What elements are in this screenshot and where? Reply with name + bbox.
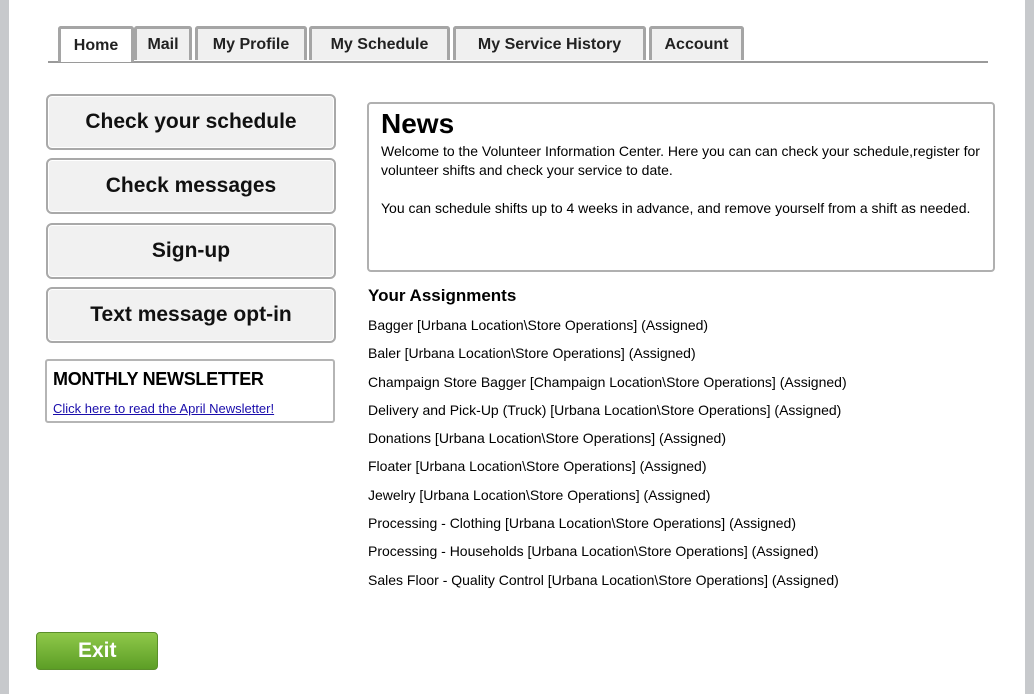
assignment-item: Sales Floor - Quality Control [Urbana Lo… — [368, 571, 839, 588]
text-message-opt-in-button[interactable]: Text message opt-in — [46, 287, 336, 343]
assignment-item: Processing - Clothing [Urbana Location\S… — [368, 515, 796, 532]
tab-my-schedule[interactable]: My Schedule — [309, 26, 450, 60]
assignment-item: Floater [Urbana Location\Store Operation… — [368, 458, 707, 475]
assignment-item: Baler [Urbana Location\Store Operations]… — [368, 345, 696, 362]
assignment-item: Delivery and Pick-Up (Truck) [Urbana Loc… — [368, 401, 842, 418]
check-messages-button[interactable]: Check messages — [46, 158, 336, 214]
check-schedule-button[interactable]: Check your schedule — [46, 94, 336, 150]
tab-underline — [48, 61, 988, 63]
newsletter-title: MONTHLY NEWSLETTER — [53, 369, 264, 389]
exit-button[interactable]: Exit — [36, 632, 158, 670]
assignments-list: Bagger [Urbana Location\Store Operations… — [368, 316, 847, 599]
news-paragraph: You can schedule shifts up to 4 weeks in… — [381, 200, 971, 216]
assignment-item: Processing - Households [Urbana Location… — [368, 543, 819, 560]
tab-account[interactable]: Account — [649, 26, 744, 60]
newsletter-link[interactable]: Click here to read the April Newsletter! — [53, 401, 274, 416]
page-frame-left — [0, 0, 9, 694]
sign-up-button[interactable]: Sign-up — [46, 223, 336, 279]
page-frame-right — [1025, 0, 1034, 694]
tab-mail[interactable]: Mail — [134, 26, 192, 60]
news-paragraph: Welcome to the Volunteer Information Cen… — [381, 143, 980, 178]
tab-my-service-history[interactable]: My Service History — [453, 26, 646, 60]
assignment-item: Bagger [Urbana Location\Store Operations… — [368, 317, 709, 333]
assignment-item: Champaign Store Bagger [Champaign Locati… — [368, 373, 847, 390]
assignments-title: Your Assignments — [368, 286, 517, 305]
news-title: News — [381, 108, 455, 139]
newsletter-box: MONTHLY NEWSLETTER Click here to read th… — [45, 359, 335, 423]
tab-my-profile[interactable]: My Profile — [195, 26, 307, 60]
tab-home[interactable]: Home — [58, 26, 134, 62]
main-tabs: Home Mail My Profile My Schedule My Serv… — [48, 26, 988, 63]
assignment-item: Donations [Urbana Location\Store Operati… — [368, 430, 726, 447]
news-body: Welcome to the Volunteer Information Cen… — [381, 142, 981, 237]
news-panel: News Welcome to the Volunteer Informatio… — [367, 102, 995, 272]
assignment-item: Jewelry [Urbana Location\Store Operation… — [368, 486, 711, 503]
